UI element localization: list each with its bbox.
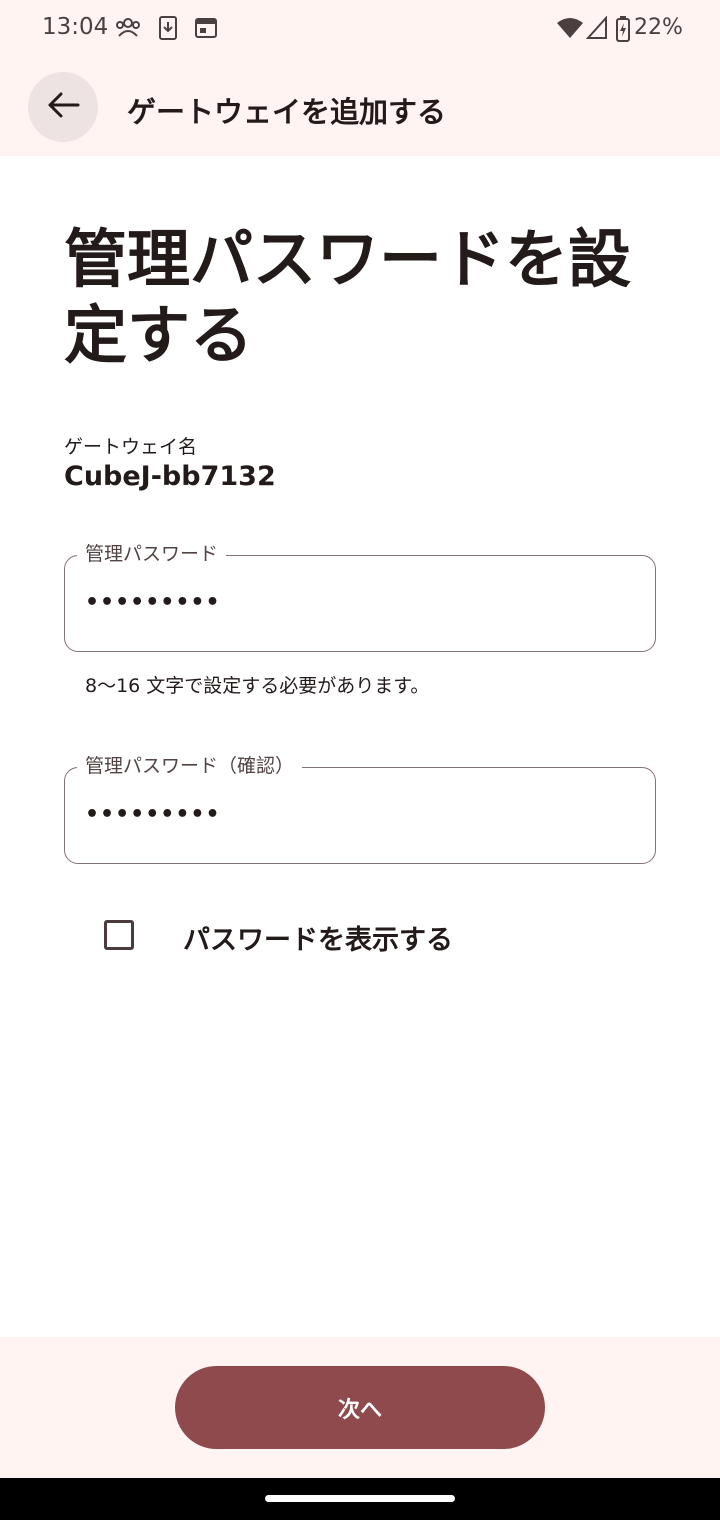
home-indicator[interactable] — [265, 1495, 455, 1502]
calendar-icon — [194, 16, 218, 44]
signal-icon — [585, 15, 608, 44]
app-bar: ゲートウェイを追加する — [0, 60, 720, 156]
admin-password-value[interactable]: ••••••••• — [85, 590, 221, 615]
wifi-icon — [556, 16, 584, 44]
battery-charging-icon — [615, 16, 631, 46]
people-icon — [114, 16, 142, 44]
status-time: 13:04 — [42, 14, 109, 40]
password-helper-text: 8～16 文字で設定する必要があります。 — [85, 675, 430, 697]
admin-password-label: 管理パスワード — [77, 542, 227, 566]
page-heading: 管理パスワードを設定する — [64, 223, 631, 372]
back-button[interactable] — [28, 72, 98, 142]
admin-password-confirm-value[interactable]: ••••••••• — [85, 802, 221, 827]
gateway-name-label: ゲートウェイ名 — [64, 436, 198, 458]
bottom-action-area: 次へ — [0, 1337, 720, 1478]
download-icon — [158, 16, 178, 44]
navigation-bar — [0, 1478, 720, 1520]
status-bar: 13:04 22% — [0, 0, 720, 60]
next-button[interactable]: 次へ — [175, 1366, 545, 1449]
admin-password-confirm-label: 管理パスワード（確認） — [77, 754, 303, 778]
show-password-label[interactable]: パスワードを表示する — [183, 918, 453, 957]
arrow-back-icon — [46, 91, 80, 123]
admin-password-confirm-field[interactable]: 管理パスワード（確認） ••••••••• — [64, 754, 656, 864]
app-bar-title: ゲートウェイを追加する — [127, 95, 447, 129]
battery-percentage: 22% — [634, 15, 683, 40]
admin-password-field[interactable]: 管理パスワード ••••••••• — [64, 542, 656, 652]
show-password-checkbox[interactable] — [104, 920, 134, 950]
gateway-name-value: CubeJ-bb7132 — [64, 461, 276, 492]
